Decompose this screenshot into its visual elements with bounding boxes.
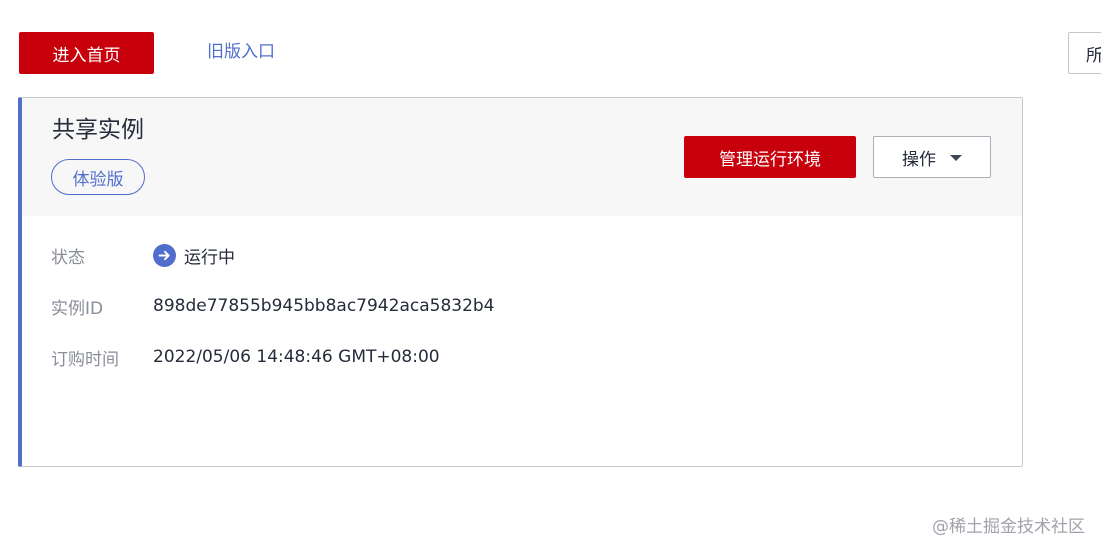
- caret-down-icon: [950, 155, 962, 161]
- manage-environment-label: 管理运行环境: [719, 149, 821, 170]
- instance-id-row: 实例ID 898de77855b945bb8ac7942aca5832b4: [51, 293, 495, 319]
- status-label: 状态: [51, 247, 85, 268]
- manage-environment-button[interactable]: 管理运行环境: [684, 136, 856, 178]
- filter-select-label: 所: [1086, 41, 1101, 66]
- arrow-right-circle-icon: [153, 243, 176, 267]
- status-text: 运行中: [184, 247, 235, 268]
- status-row: 状态 运行中: [51, 242, 235, 268]
- instance-id-label: 实例ID: [51, 298, 104, 319]
- instance-title: 共享实例: [52, 117, 144, 143]
- order-time-label: 订购时间: [51, 349, 119, 370]
- operations-dropdown[interactable]: 操作: [873, 136, 991, 178]
- operations-label: 操作: [902, 149, 936, 170]
- old-version-link[interactable]: 旧版入口: [207, 40, 275, 64]
- instance-id-value: 898de77855b945bb8ac7942aca5832b4: [153, 296, 495, 316]
- status-value: 运行中: [153, 243, 235, 268]
- home-button[interactable]: 进入首页: [19, 32, 154, 74]
- edition-badge-label: 体验版: [72, 169, 124, 190]
- instance-card-header: 共享实例 体验版 管理运行环境 操作: [22, 98, 1022, 216]
- order-time-value: 2022/05/06 14:48:46 GMT+08:00: [153, 347, 440, 367]
- home-button-label: 进入首页: [52, 45, 121, 66]
- page: 进入首页 旧版入口 所 共享实例 体验版 管理运行环境 操作 状态: [0, 0, 1101, 551]
- edition-badge: 体验版: [51, 159, 145, 195]
- watermark: @稀土掘金技术社区: [932, 517, 1085, 537]
- filter-select[interactable]: 所: [1068, 32, 1101, 74]
- instance-card: 共享实例 体验版 管理运行环境 操作 状态 运行中 实例ID 898de7785…: [18, 97, 1023, 467]
- order-time-row: 订购时间 2022/05/06 14:48:46 GMT+08:00: [51, 344, 440, 370]
